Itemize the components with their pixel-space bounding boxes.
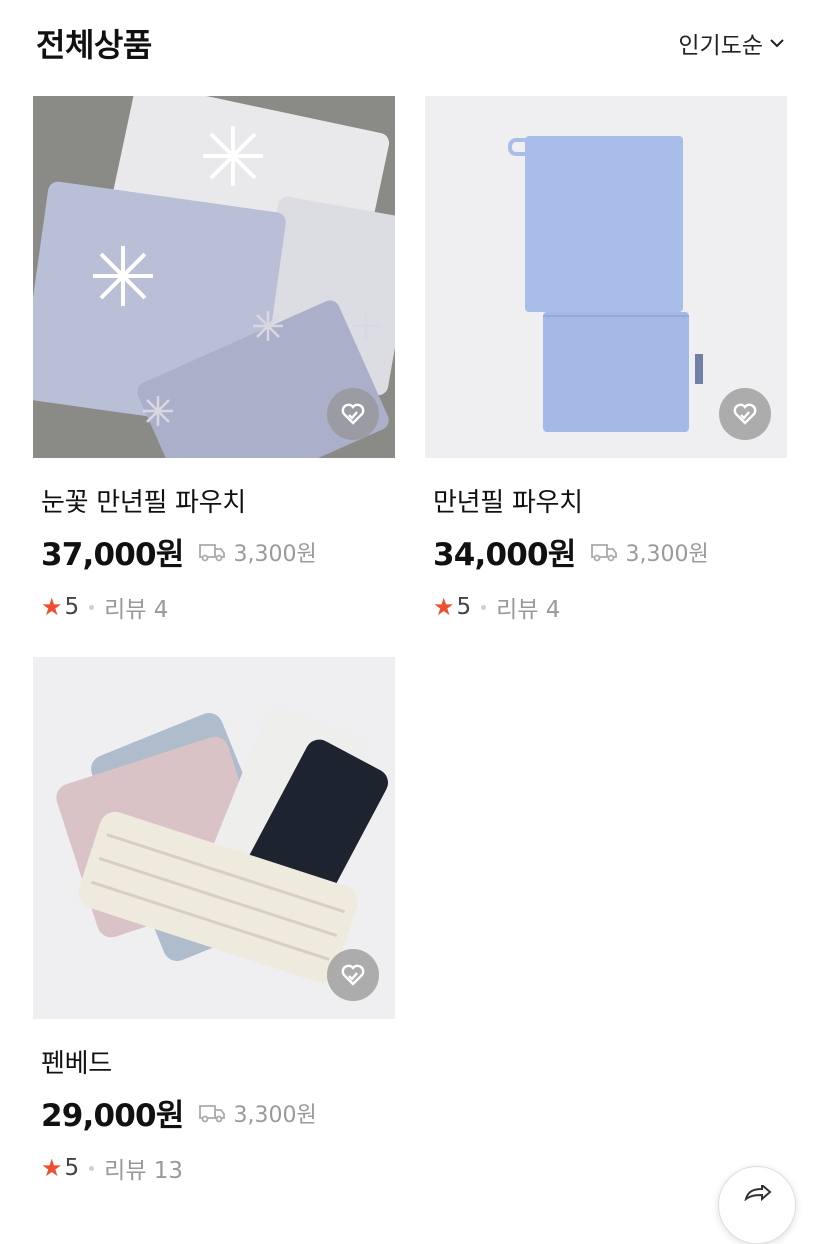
review-count: 리뷰 4: [496, 597, 561, 623]
rating-value: 5: [456, 594, 472, 620]
product-card[interactable]: 만년필 파우치 34,000원 3,300원 ★ 5 리뷰 4: [425, 96, 787, 624]
shipping-fee: 3,300원: [198, 536, 317, 568]
star-icon: ★: [433, 593, 455, 621]
rating-value: 5: [64, 1155, 80, 1181]
shipping-fee-value: 3,300원: [625, 541, 709, 567]
rating-row: ★ 5 리뷰 4: [41, 590, 395, 624]
product-name[interactable]: 눈꽃 만년필 파우치: [41, 482, 395, 519]
wishlist-button[interactable]: [719, 388, 771, 440]
product-card[interactable]: 눈꽃 만년필 파우치 37,000원 3,300원 ★ 5 리뷰 4: [33, 96, 395, 624]
rating-value: 5: [64, 594, 80, 620]
shipping-fee-value: 3,300원: [233, 1102, 317, 1128]
sort-dropdown[interactable]: 인기도순: [678, 26, 785, 60]
shipping-fee-value: 3,300원: [233, 541, 317, 567]
chevron-down-icon: [770, 39, 784, 48]
heart-check-icon: [341, 964, 365, 986]
product-name[interactable]: 펜베드: [41, 1043, 395, 1080]
product-image[interactable]: [33, 657, 395, 1019]
share-button[interactable]: [718, 1166, 796, 1244]
product-image[interactable]: [33, 96, 395, 458]
product-price: 29,000원: [41, 1098, 184, 1134]
separator-dot: [481, 604, 487, 610]
shipping-fee: 3,300원: [198, 1097, 317, 1129]
separator-dot: [89, 1165, 95, 1171]
product-price: 34,000원: [433, 537, 576, 573]
sort-label: 인기도순: [678, 33, 763, 59]
product-image[interactable]: [425, 96, 787, 458]
wishlist-button[interactable]: [327, 949, 379, 1001]
separator-dot: [89, 604, 95, 610]
rating-row: ★ 5 리뷰 4: [433, 590, 787, 624]
review-count: 리뷰 13: [104, 1158, 184, 1184]
review-count: 리뷰 4: [104, 597, 169, 623]
truck-icon: [198, 1104, 225, 1122]
rating-row: ★ 5 리뷰 13: [41, 1151, 395, 1185]
page-header: 전체상품 인기도순: [0, 0, 819, 90]
product-price: 37,000원: [41, 537, 184, 573]
heart-check-icon: [733, 403, 757, 425]
page-title: 전체상품: [36, 26, 152, 64]
truck-icon: [198, 543, 225, 561]
heart-check-icon: [341, 403, 365, 425]
shipping-fee: 3,300원: [590, 536, 709, 568]
wishlist-button[interactable]: [327, 388, 379, 440]
star-icon: ★: [41, 1154, 63, 1182]
product-card[interactable]: 펜베드 29,000원 3,300원 ★ 5 리뷰 13: [33, 657, 395, 1185]
star-icon: ★: [41, 593, 63, 621]
share-icon: [744, 1185, 772, 1201]
truck-icon: [590, 543, 617, 561]
product-name[interactable]: 만년필 파우치: [433, 482, 787, 519]
